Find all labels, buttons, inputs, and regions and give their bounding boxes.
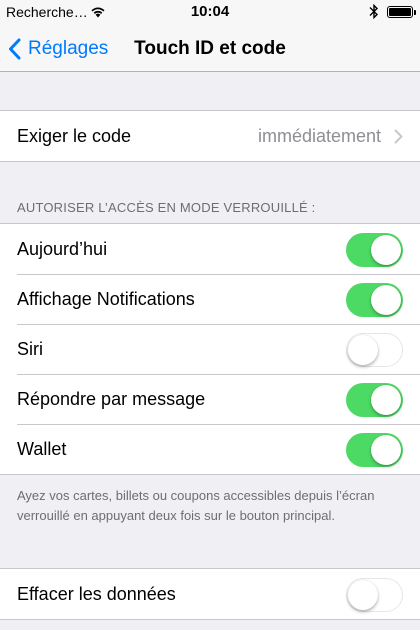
notifications-toggle[interactable] [346, 283, 403, 317]
reply-toggle[interactable] [346, 383, 403, 417]
erase-data-group: Effacer les données [0, 568, 420, 620]
today-label: Aujourd’hui [17, 238, 108, 259]
back-button-label: Réglages [28, 38, 109, 59]
siri-label: Siri [17, 338, 43, 359]
require-code-value: immédiatement [257, 125, 381, 146]
lock-access-row-reply: Répondre par message [0, 374, 420, 424]
notifications-label: Affichage Notifications [17, 288, 195, 309]
toggle-knob [371, 235, 401, 265]
wallet-toggle[interactable] [346, 433, 403, 467]
toggle-knob [371, 385, 401, 415]
today-toggle[interactable] [346, 233, 403, 267]
toggle-knob [371, 285, 401, 315]
toggle-knob [371, 435, 401, 465]
require-code-row[interactable]: Exiger le code immédiatement [0, 111, 420, 161]
clock-time: 10:04 [190, 3, 230, 20]
lock-access-group: Aujourd’hui Affichage Notifications Siri… [0, 223, 420, 475]
erase-data-toggle[interactable] [346, 578, 403, 612]
lock-access-row-notifications: Affichage Notifications [0, 274, 420, 324]
erase-data-label: Effacer les données [17, 583, 176, 604]
siri-toggle[interactable] [346, 333, 403, 367]
lock-access-row-siri: Siri [0, 324, 420, 374]
back-chevron-icon [9, 38, 21, 60]
lock-access-section-footer: Ayez vos cartes, billets ou coupons acce… [17, 488, 375, 523]
status-bar: Recherche… 10:04 [0, 0, 420, 26]
lock-access-section-header: AUTORISER L’ACCÈS EN MODE VERROUILLÉ : [17, 200, 316, 215]
reply-label: Répondre par message [17, 388, 206, 409]
battery-level-fill [389, 8, 411, 16]
require-code-group: Exiger le code immédiatement [0, 110, 420, 162]
chevron-right-icon [394, 129, 403, 143]
lock-access-row-wallet: Wallet [0, 424, 420, 474]
toggle-knob [348, 334, 378, 365]
battery-icon [387, 6, 416, 18]
lock-access-row-today: Aujourd’hui [0, 224, 420, 274]
erase-data-row: Effacer les données [0, 569, 420, 619]
navigation-bar: Réglages Touch ID et code [0, 26, 420, 72]
back-button[interactable]: Réglages [8, 26, 108, 72]
wallet-label: Wallet [17, 438, 67, 459]
require-code-label: Exiger le code [17, 125, 132, 146]
toggle-knob [348, 579, 378, 610]
bluetooth-icon [369, 3, 378, 20]
